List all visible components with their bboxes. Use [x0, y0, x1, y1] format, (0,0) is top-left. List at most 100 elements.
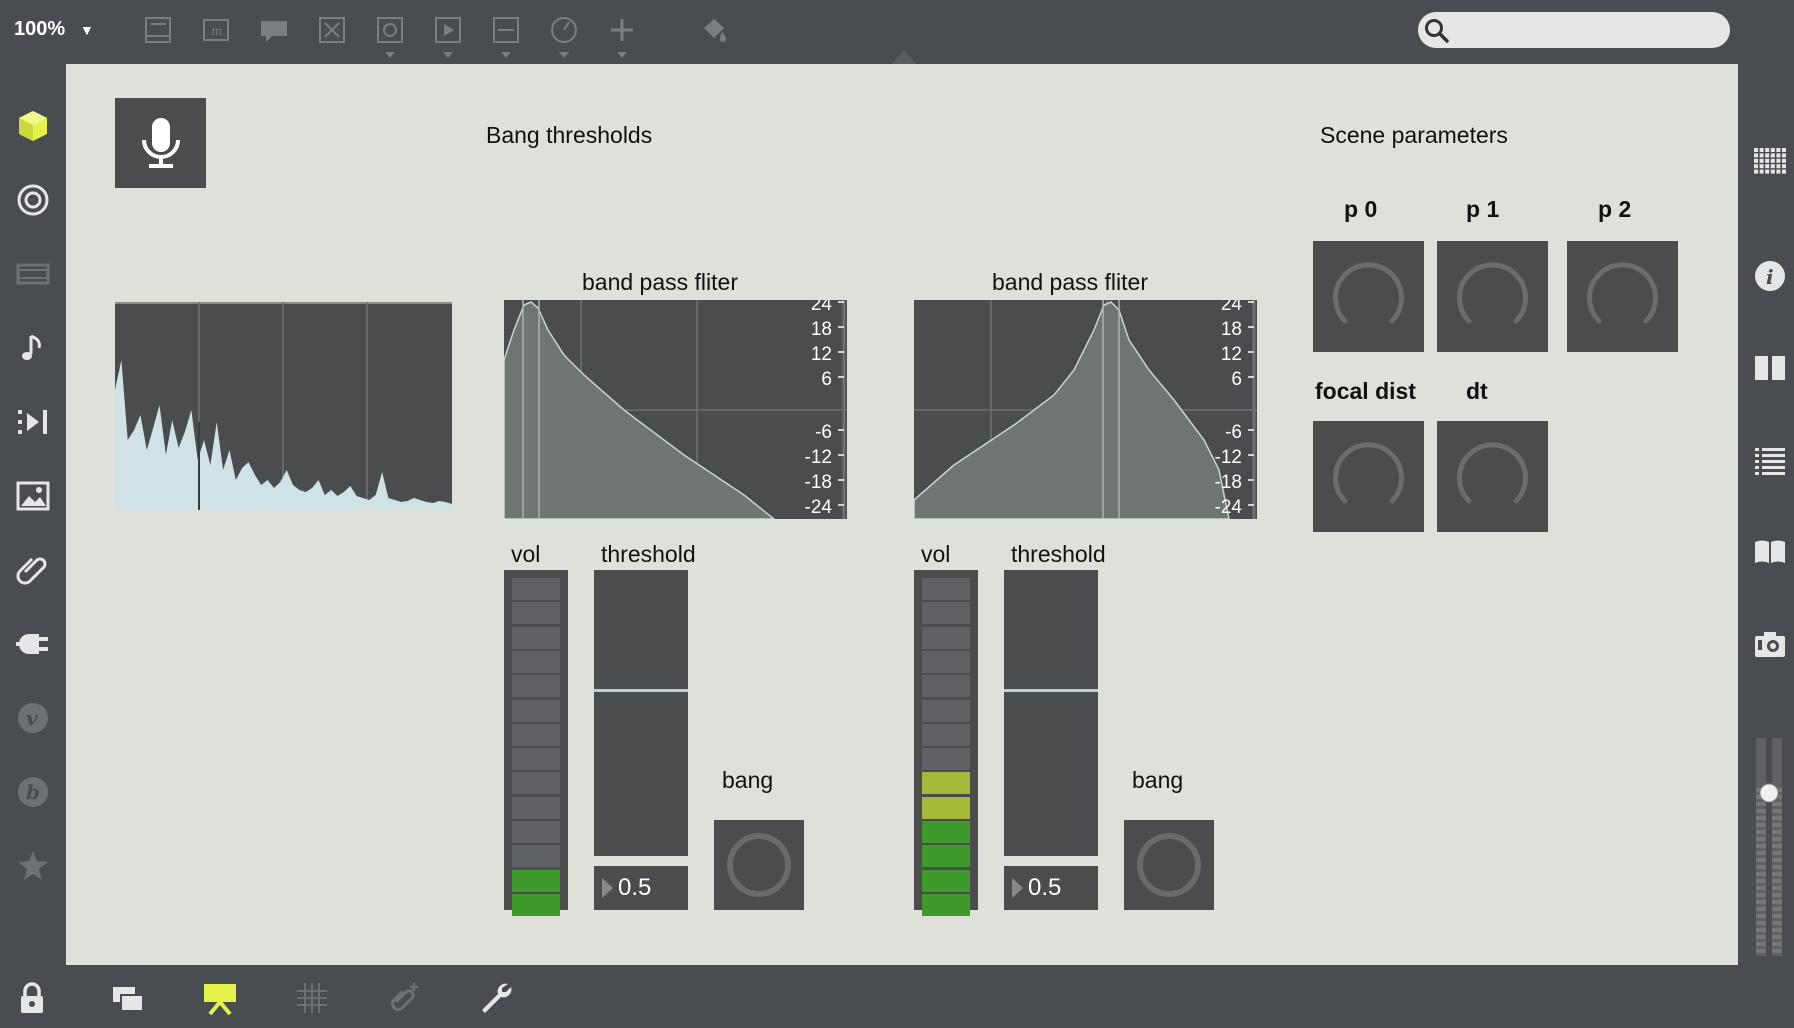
zoom-dropdown-icon[interactable]: ▼ — [80, 22, 94, 38]
threshold-slider-2[interactable] — [1004, 570, 1098, 856]
dial-arc — [1333, 442, 1404, 504]
threshold-label-1: threshold — [601, 541, 696, 567]
grid-toggle-icon[interactable] — [292, 978, 332, 1018]
bang-label-2: bang — [1132, 767, 1184, 793]
threshold-value-1: 0.5 — [618, 874, 652, 901]
meter-segment — [922, 748, 970, 771]
columns-icon[interactable] — [1750, 348, 1790, 388]
dial-label-focal-dist: focal dist — [1315, 378, 1416, 404]
meter-segment — [512, 675, 560, 698]
svg-text:b: b — [26, 780, 40, 804]
svg-text:i: i — [1766, 265, 1774, 289]
filter-tick-label: 18 — [1221, 319, 1242, 340]
b-icon[interactable]: b — [13, 772, 53, 812]
threshold-indicator[interactable] — [594, 688, 688, 692]
target-icon[interactable] — [13, 180, 53, 220]
dial-label-p2: p 2 — [1598, 196, 1632, 222]
threshold-indicator[interactable] — [1004, 688, 1098, 692]
filter-tick-label: -24 — [1215, 497, 1243, 518]
filter-tick-label: -6 — [815, 422, 832, 443]
dial-p0[interactable] — [1313, 241, 1424, 352]
meter-segment — [512, 821, 560, 843]
meter-segment — [922, 723, 970, 746]
bang-button-1[interactable] — [714, 820, 804, 910]
v-icon[interactable]: v — [13, 698, 53, 738]
film-icon[interactable] — [13, 254, 53, 294]
filter-tick-label: -18 — [1215, 472, 1242, 493]
dial-arc — [1457, 442, 1528, 504]
meter-segment — [512, 650, 560, 673]
book-icon[interactable] — [1750, 532, 1790, 572]
filter-graph-1[interactable]: 24 18 12 6 -6 -12 -18 -24 — [503, 294, 847, 520]
svg-text:v: v — [26, 706, 38, 730]
cube-icon[interactable] — [13, 106, 53, 146]
master-volume-slider[interactable] — [1752, 738, 1786, 956]
lock-icon[interactable] — [12, 978, 52, 1018]
dial-p1[interactable] — [1437, 241, 1548, 352]
meter-segment — [512, 845, 560, 868]
comment-object-icon[interactable] — [140, 12, 176, 48]
meter-segment — [512, 602, 560, 625]
meter-segment — [922, 626, 970, 649]
meter-segment — [512, 748, 560, 771]
microphone-button[interactable] — [115, 98, 206, 188]
filter-graph-2[interactable]: 24 18 12 6 -6 -12 -18 -24 — [913, 294, 1257, 520]
star-icon[interactable] — [13, 846, 53, 886]
threshold-value-2: 0.5 — [1028, 874, 1062, 901]
paperclip-icon[interactable] — [13, 550, 53, 590]
bang-thresholds-title: Bang thresholds — [486, 122, 653, 148]
meter-segment — [922, 699, 970, 722]
list-icon[interactable] — [1750, 440, 1790, 480]
filter-tick-label: -12 — [805, 447, 832, 468]
filter-tick-label: -12 — [1215, 447, 1242, 468]
message-object-icon[interactable]: m — [198, 12, 234, 48]
info-icon[interactable]: i — [1750, 256, 1790, 296]
dial-arc — [1457, 262, 1528, 324]
toggle-object-icon[interactable] — [314, 12, 350, 48]
meter-segment — [512, 723, 560, 746]
music-note-icon[interactable] — [13, 328, 53, 368]
dial-focal-dist[interactable] — [1313, 421, 1424, 532]
filter-tick-label: 6 — [1231, 369, 1242, 390]
dial-p2[interactable] — [1567, 241, 1678, 352]
threshold-slider-1[interactable] — [594, 570, 688, 856]
filter-tick-label: -18 — [805, 472, 832, 493]
dial-object-icon[interactable] — [546, 12, 582, 58]
dial-dt[interactable] — [1437, 421, 1548, 532]
plug-icon[interactable] — [13, 624, 53, 664]
filter-tick-label: -24 — [805, 497, 833, 518]
play-object-icon[interactable] — [430, 12, 466, 58]
search-input[interactable] — [1418, 12, 1730, 48]
threshold-number-1[interactable]: 0.5 — [594, 866, 688, 910]
image-icon[interactable] — [13, 476, 53, 516]
meter-segment — [922, 893, 970, 916]
bottom-toolbar — [0, 965, 1794, 1028]
spectrum-display — [115, 302, 452, 510]
bang-button-2[interactable] — [1124, 820, 1214, 910]
paint-bucket-icon[interactable] — [696, 12, 732, 48]
paperclip-add-icon[interactable] — [384, 978, 424, 1018]
meter-segment — [922, 772, 970, 795]
dial-label-dt: dt — [1466, 378, 1488, 404]
dial-label-p0: p 0 — [1344, 196, 1378, 222]
filter-tick-label: 12 — [1221, 344, 1242, 365]
grid-icon[interactable] — [1750, 140, 1790, 180]
filter-tick-label: 12 — [811, 344, 832, 365]
windows-icon[interactable] — [108, 978, 148, 1018]
filter-tick-label: 18 — [811, 319, 832, 340]
meter-segment — [922, 602, 970, 625]
wrench-icon[interactable] — [476, 978, 516, 1018]
filter-tick-label: 24 — [811, 300, 833, 315]
speech-bubble-icon[interactable] — [256, 12, 292, 48]
meter-segment — [922, 578, 970, 600]
vol-label-1: vol — [511, 541, 541, 567]
add-object-icon[interactable] — [604, 12, 640, 58]
slider-object-icon[interactable] — [488, 12, 524, 58]
bang-object-icon[interactable] — [372, 12, 408, 58]
threshold-number-2[interactable]: 0.5 — [1004, 866, 1098, 910]
play-list-icon[interactable] — [13, 402, 53, 442]
zoom-level[interactable]: 100% — [14, 18, 65, 41]
presentation-icon[interactable] — [200, 978, 240, 1018]
camera-icon[interactable] — [1750, 624, 1790, 664]
svg-text:m: m — [211, 24, 222, 38]
